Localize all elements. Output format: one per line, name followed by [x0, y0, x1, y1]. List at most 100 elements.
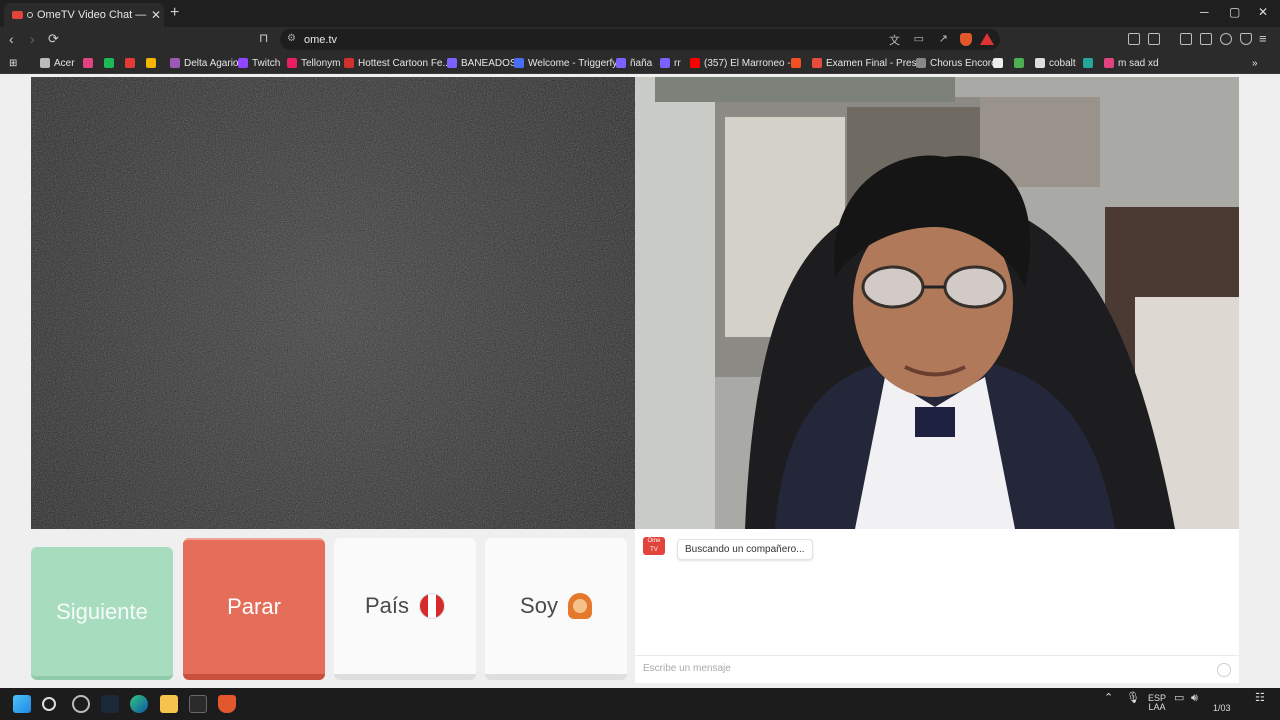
bookmark-favicon-icon — [616, 58, 626, 68]
bookmark-item[interactable]: (357) El Marroneo -... — [690, 56, 799, 70]
apps-grid-icon[interactable]: ⊞ — [9, 56, 17, 70]
stop-button[interactable]: Parar — [183, 538, 325, 680]
bookmark-item[interactable]: ñaña — [616, 56, 652, 70]
tab-close-icon[interactable]: ✕ — [148, 8, 164, 22]
bookmark-favicon-icon — [146, 58, 156, 68]
extensions-icon[interactable] — [1128, 33, 1140, 45]
tray-overflow-icon[interactable]: ⌃ — [1104, 693, 1113, 704]
address-bar[interactable]: ⚙ ome.tv 文 ▭ ↗ — [280, 29, 1000, 50]
brave-icon[interactable] — [218, 695, 236, 713]
bookmark-icon[interactable]: ⊓ — [259, 31, 268, 45]
next-button[interactable]: Siguiente — [31, 547, 173, 680]
rewards-icon[interactable] — [980, 33, 994, 45]
emoji-picker-icon[interactable] — [1217, 663, 1231, 677]
bookmark-favicon-icon — [344, 58, 354, 68]
self-webcam-video — [635, 77, 1239, 529]
bookmark-favicon-icon — [916, 58, 926, 68]
tab-search-icon[interactable] — [1200, 33, 1212, 45]
bookmark-item[interactable]: Hottest Cartoon Fe... — [344, 56, 451, 70]
gender-button[interactable]: Soy — [485, 538, 627, 680]
brave-shields-icon[interactable] — [960, 33, 972, 46]
country-button[interactable]: País — [334, 538, 476, 680]
leo-ai-icon[interactable] — [1220, 33, 1232, 45]
translate-icon[interactable]: 文 — [889, 32, 900, 48]
language-indicator[interactable]: ESP LAA — [1148, 694, 1166, 712]
sidebar-icon[interactable] — [1180, 33, 1192, 45]
bookmark-favicon-icon — [514, 58, 524, 68]
bookmark-item[interactable]: Tellonym — [287, 56, 340, 70]
bookmark-item[interactable]: Examen Final - Pres... — [812, 56, 925, 70]
bookmark-label: Examen Final - Pres... — [826, 57, 925, 69]
gender-label: Soy — [520, 593, 558, 618]
video-noise — [31, 77, 635, 529]
bookmark-item[interactable] — [1014, 56, 1028, 70]
bookmark-label: Tellonym — [301, 57, 341, 69]
bookmarks-bar: ⊞ Acer Delta Agario Twitch Tellonym Hottest … — [0, 52, 1280, 74]
file-explorer-icon[interactable] — [160, 695, 178, 713]
site-info-icon[interactable]: ⚙ — [287, 33, 296, 44]
bookmark-item[interactable] — [146, 56, 160, 70]
chat-panel: Ome TV Buscando un compañero... Escribe … — [635, 529, 1239, 683]
bookmark-item[interactable]: BANEADOS — [447, 56, 517, 70]
bookmark-label: m sad xd — [1118, 57, 1159, 69]
bookmark-label: Delta Agario — [184, 57, 239, 69]
bookmark-item[interactable]: Chorus Encore — [916, 56, 997, 70]
reload-icon[interactable]: ⟳ — [48, 31, 59, 47]
status-message: Buscando un compañero... — [677, 539, 813, 560]
bookmark-item[interactable]: rr — [660, 56, 681, 70]
back-icon[interactable]: ‹ — [9, 31, 14, 47]
bookmark-favicon-icon — [238, 58, 248, 68]
peru-flag-icon — [419, 593, 446, 619]
bookmark-label: rr — [674, 57, 681, 69]
cast-icon[interactable]: ▭ — [914, 32, 924, 45]
browser-tab[interactable]: OmeTV Video Chat — Omeg ✕ — [4, 3, 164, 27]
bookmark-item[interactable] — [104, 56, 118, 70]
ometv-logo-icon: Ome TV — [643, 537, 665, 555]
minimize-button[interactable]: ─ — [1200, 5, 1209, 19]
chrome-icon[interactable] — [72, 695, 90, 713]
new-tab-button[interactable]: + — [170, 4, 179, 22]
bookmark-item[interactable]: cobalt — [1035, 56, 1076, 70]
epic-games-icon[interactable] — [189, 695, 207, 713]
bookmark-label: Chorus Encore — [930, 57, 997, 69]
stop-label: Parar — [227, 594, 281, 619]
share-icon[interactable]: ↗ — [939, 32, 948, 45]
notification-icon[interactable]: ☷ — [1255, 693, 1265, 704]
more-bookmarks-icon[interactable]: » — [1252, 56, 1258, 70]
bookmark-favicon-icon — [170, 58, 180, 68]
forward-icon[interactable]: › — [30, 31, 35, 47]
microphone-icon[interactable]: 🎙︎ — [1126, 693, 1140, 704]
bookmark-favicon-icon — [791, 58, 801, 68]
close-window-button[interactable]: ✕ — [1258, 5, 1268, 19]
menu-icon[interactable]: ≡ — [1259, 31, 1267, 46]
bookmark-favicon-icon — [287, 58, 297, 68]
bookmark-item[interactable]: m sad xd — [1104, 56, 1159, 70]
bookmark-item[interactable] — [791, 56, 805, 70]
steam-icon[interactable] — [101, 695, 119, 713]
bookmark-favicon-icon — [447, 58, 457, 68]
bookmark-item[interactable] — [125, 56, 139, 70]
bookmark-favicon-icon — [1014, 58, 1024, 68]
wallet-icon[interactable] — [1148, 33, 1160, 45]
bookmark-favicon-icon — [1083, 58, 1093, 68]
bookmark-item[interactable]: Delta Agario — [170, 56, 238, 70]
bookmark-item[interactable]: Acer — [40, 56, 75, 70]
url-text: ome.tv — [304, 33, 338, 46]
message-input[interactable]: Escribe un mensaje — [635, 655, 1239, 683]
bookmark-item[interactable] — [83, 56, 97, 70]
bookmark-item[interactable]: Welcome - Triggerfy... — [514, 56, 625, 70]
bookmark-item[interactable] — [993, 56, 1007, 70]
vpn-icon[interactable] — [1240, 33, 1252, 45]
woman-emoji-icon — [567, 593, 592, 619]
bookmark-item[interactable] — [1083, 56, 1097, 70]
maximize-button[interactable]: ▢ — [1229, 5, 1240, 19]
search-icon[interactable] — [42, 697, 56, 711]
bookmark-label: ñaña — [630, 57, 653, 69]
edge-icon[interactable] — [130, 695, 148, 713]
start-icon[interactable] — [13, 695, 31, 713]
bookmark-item[interactable]: Twitch — [238, 56, 280, 70]
clock[interactable]: 1/03 — [1213, 704, 1231, 713]
taskbar: ⌃ 🎙︎ ESP LAA ▭ 🔊︎ 1/03 ☷ — [0, 688, 1280, 720]
network-icon[interactable]: ▭ — [1174, 693, 1184, 704]
volume-icon[interactable]: 🔊︎ — [1191, 693, 1198, 704]
